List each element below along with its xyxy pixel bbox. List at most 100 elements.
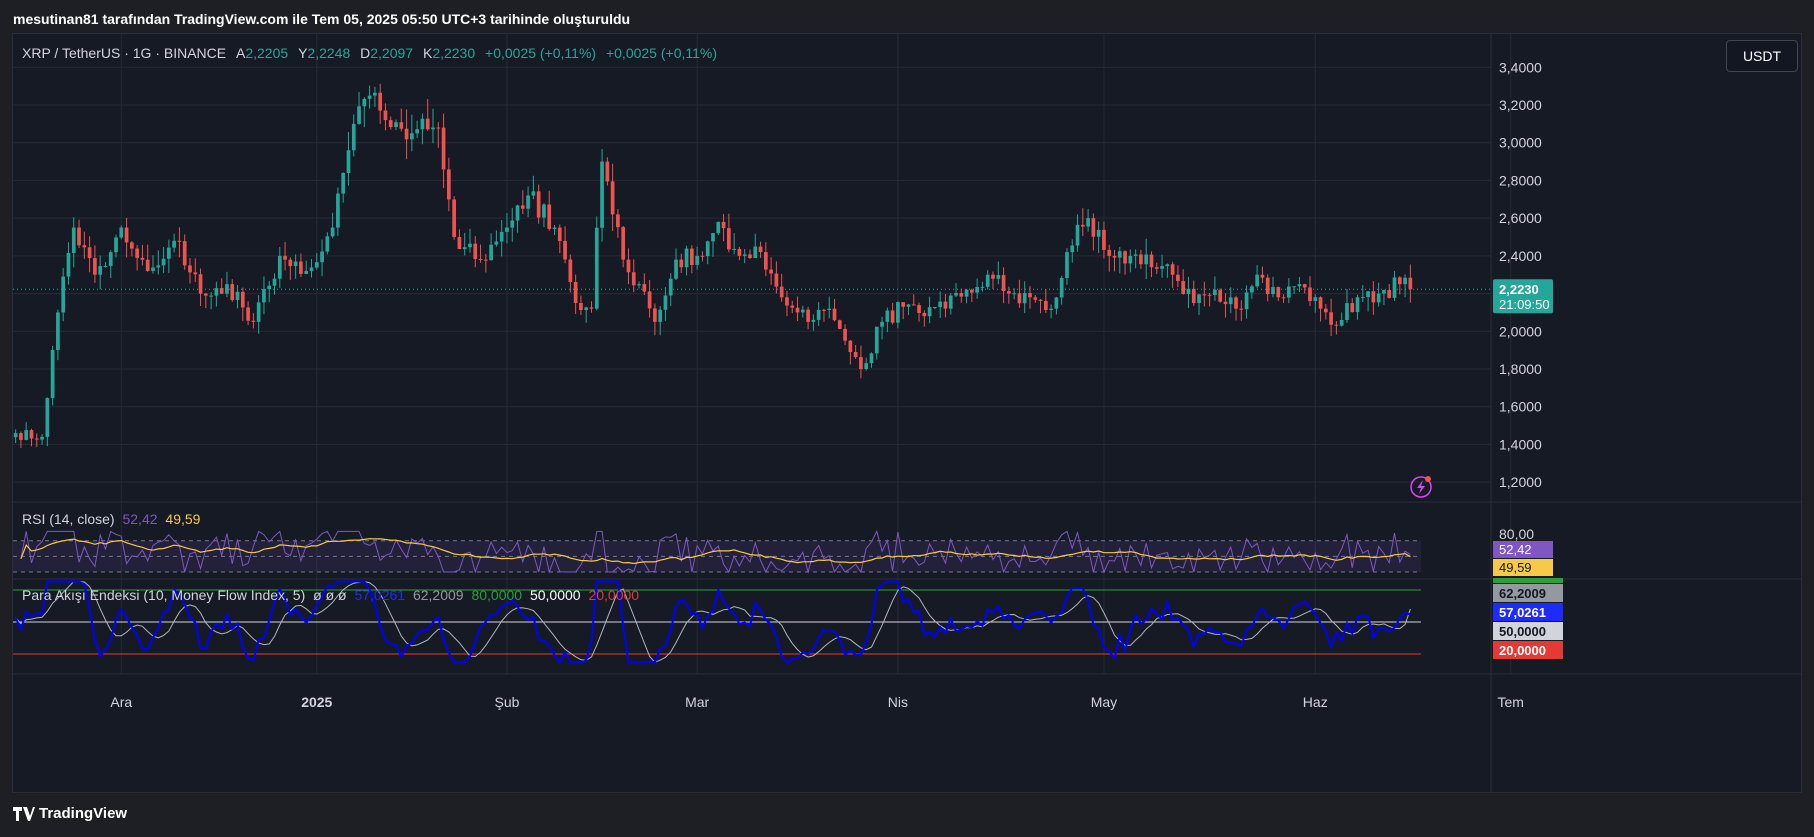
candle-body	[843, 328, 847, 341]
candle-body	[1265, 277, 1270, 295]
mfi-legend[interactable]: Para Akışı Endeksi (10, Money Flow Index…	[22, 587, 639, 603]
candle-body	[1059, 277, 1064, 298]
candle-body	[1080, 224, 1085, 227]
candle-body	[1392, 277, 1397, 298]
candle-body	[71, 227, 76, 253]
candle-body	[198, 274, 203, 294]
candle-body	[262, 289, 266, 303]
time-tick-label: Şub	[495, 694, 520, 710]
candle-body	[748, 254, 752, 259]
candle-body	[50, 349, 55, 399]
candle-body	[151, 267, 155, 271]
candle-body	[959, 293, 964, 297]
candle-body	[383, 110, 388, 121]
brand-name: TradingView	[39, 805, 128, 822]
candle-body	[1339, 319, 1344, 326]
candle-body	[626, 259, 631, 273]
candle-body	[1382, 290, 1386, 294]
candle-body	[711, 233, 715, 242]
candle-body	[346, 150, 351, 174]
candle-body	[975, 287, 979, 293]
candle-body	[1234, 297, 1238, 309]
candle-body	[658, 309, 663, 322]
candle-body	[235, 291, 240, 300]
chart-frame[interactable]: 3,4000 3,2000 3,0000 2,8000 2,6000 2,4000 2,20…	[12, 33, 1802, 793]
candle-body	[616, 214, 620, 228]
candle-body	[964, 289, 969, 297]
time-tick-label: 2025	[301, 694, 332, 710]
candle-body	[1276, 287, 1281, 298]
candle-body	[124, 227, 129, 243]
candle-body	[425, 118, 430, 130]
candle-body	[589, 307, 594, 309]
candle-body	[61, 276, 66, 313]
candle-body	[795, 307, 800, 313]
candle-body	[1197, 294, 1201, 303]
rsi-legend[interactable]: RSI (14, close) 52,42 49,59	[22, 511, 200, 527]
candle-body	[758, 246, 763, 253]
rsi-tick-label: 80,00	[1499, 526, 1534, 542]
candle-body	[399, 122, 404, 129]
candle-body	[668, 278, 673, 296]
candle-body	[378, 92, 383, 111]
mfi-lower-value: 20,0000	[588, 587, 640, 603]
candle-body	[563, 240, 567, 260]
candle-body	[478, 258, 483, 260]
rsi-value: 52,42	[122, 511, 158, 527]
candle-body	[1345, 303, 1349, 320]
candle-body	[1065, 252, 1069, 278]
candle-body	[573, 281, 578, 303]
low-label: D	[360, 45, 371, 61]
candle-body	[1408, 277, 1413, 290]
candle-body	[77, 227, 81, 246]
candle-body	[388, 120, 393, 128]
candle-body	[40, 436, 44, 440]
candle-body	[473, 243, 478, 259]
candle-body	[1091, 218, 1096, 237]
chart-canvas[interactable]: 3,4000 3,2000 3,0000 2,8000 2,6000 2,4000 2,20…	[13, 34, 1802, 793]
candle-body	[82, 245, 87, 248]
candle-body	[1281, 297, 1286, 299]
candle-body	[87, 247, 92, 259]
candle-body	[1170, 264, 1175, 275]
mfi-title: Para Akışı Endeksi (10, Money Flow Index…	[22, 587, 306, 603]
candle-body	[172, 240, 176, 248]
tradingview-logo[interactable]: TradingView	[13, 805, 127, 822]
candle-body	[917, 305, 921, 313]
candle-body	[1102, 229, 1106, 250]
candle-body	[637, 284, 641, 286]
open-label: A	[236, 45, 246, 61]
mfi-middle-value: 50,0000	[529, 587, 581, 603]
candle-body	[911, 304, 916, 306]
candle-body	[1086, 218, 1090, 227]
close-value: 2,2230	[432, 45, 476, 61]
close-label: K	[422, 45, 433, 61]
currency-button[interactable]: USDT	[1726, 40, 1798, 72]
candle-body	[510, 220, 515, 228]
candle-body	[56, 312, 60, 350]
candle-body	[890, 310, 895, 323]
candle-body	[489, 244, 493, 261]
candle-body	[188, 265, 192, 273]
candle-body	[901, 302, 906, 307]
candle-body	[1350, 303, 1355, 313]
symbol-label[interactable]: XRP / TetherUS · 1G · BINANCE	[22, 45, 226, 61]
candle-body	[1244, 292, 1249, 310]
candle-body	[66, 252, 71, 277]
mfi-value-badge-label: 57,0261	[1499, 605, 1546, 620]
candle-body	[642, 284, 647, 292]
candle-body	[251, 320, 256, 322]
candle-body	[341, 173, 346, 194]
candle-body	[1223, 301, 1228, 305]
candle-body	[526, 195, 530, 209]
mfi-ma-badge-label: 62,2009	[1499, 586, 1546, 601]
mfi-middle-badge-label: 50,0000	[1499, 624, 1546, 639]
candle-body	[806, 309, 810, 322]
candle-body	[272, 278, 277, 286]
candle-body	[1397, 277, 1402, 285]
candle-body	[1313, 297, 1318, 302]
candle-body	[690, 248, 694, 265]
candle-body	[494, 241, 499, 245]
candle-body	[299, 261, 303, 274]
candle-body	[1049, 308, 1053, 311]
